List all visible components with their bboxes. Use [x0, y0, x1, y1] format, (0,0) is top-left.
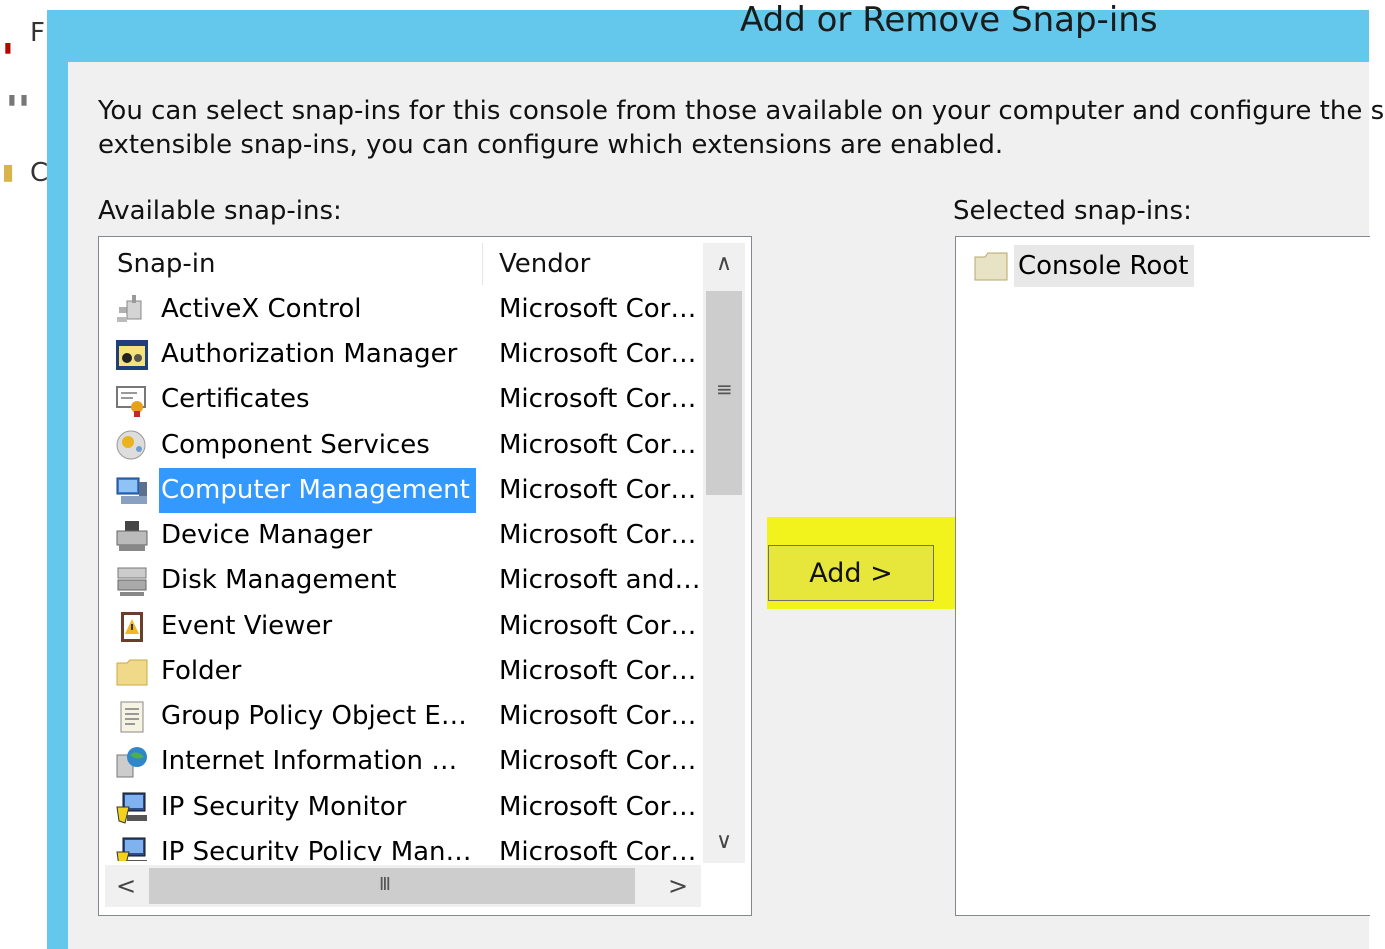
description-line: You can select snap-ins for this console… — [98, 96, 1385, 126]
list-item[interactable]: Computer Management Microsoft Cor… — [105, 468, 701, 513]
snapin-vendor: Microsoft Cor… — [499, 746, 697, 776]
component-services-icon — [115, 429, 149, 463]
snapin-name: Certificates — [161, 384, 310, 414]
activex-icon — [115, 293, 149, 327]
list-item[interactable]: Component Services Microsoft Cor… — [105, 423, 701, 468]
event-viewer-icon — [115, 610, 149, 644]
scroll-down-icon[interactable]: ∨ — [703, 821, 745, 863]
disk-management-icon — [115, 564, 149, 598]
background-marker: ▮ — [4, 40, 12, 56]
scroll-up-icon[interactable]: ∧ — [703, 243, 745, 285]
selected-snapins-tree[interactable]: Console Root — [955, 236, 1370, 916]
snapin-vendor: Microsoft Cor… — [499, 611, 697, 641]
snapin-vendor: Microsoft Cor… — [499, 520, 697, 550]
list-item[interactable]: Event Viewer Microsoft Cor… — [105, 604, 701, 649]
dialog-description: You can select snap-ins for this console… — [98, 94, 1385, 162]
list-item[interactable]: Group Policy Object E… Microsoft Cor… — [105, 694, 701, 739]
horizontal-scroll-thumb[interactable]: III — [149, 868, 635, 904]
list-rows: ActiveX Control Microsoft Cor… Authoriza… — [105, 287, 701, 861]
snapin-vendor: Microsoft Cor… — [499, 837, 697, 861]
column-header-vendor[interactable]: Vendor — [483, 243, 701, 285]
list-item[interactable]: IP Security Monitor Microsoft Cor… — [105, 785, 701, 830]
list-item[interactable]: Certificates Microsoft Cor… — [105, 377, 701, 422]
group-policy-icon — [115, 700, 149, 734]
computer-management-icon — [115, 474, 149, 508]
snapin-name: Authorization Manager — [161, 339, 458, 369]
snapin-vendor: Microsoft Cor… — [499, 384, 697, 414]
vertical-scroll-thumb[interactable]: ≡ — [706, 291, 742, 495]
vertical-scrollbar[interactable]: ∧ ≡ ∨ — [703, 243, 745, 863]
background-window: F ▮ ▮ ▮ ▮ C — [0, 0, 48, 949]
background-text: F — [30, 18, 45, 48]
description-line: extensible snap-ins, you can configure w… — [98, 130, 1004, 160]
list-item[interactable]: Authorization Manager Microsoft Cor… — [105, 332, 701, 377]
snapin-vendor: Microsoft Cor… — [499, 430, 697, 460]
certificate-icon — [115, 383, 149, 417]
snapin-vendor: Microsoft Cor… — [499, 339, 697, 369]
scroll-right-icon[interactable]: > — [657, 865, 699, 907]
snapin-vendor: Microsoft Cor… — [499, 656, 697, 686]
list-item[interactable]: Internet Information … Microsoft Cor… — [105, 739, 701, 784]
horizontal-scrollbar[interactable]: < III > — [105, 865, 701, 907]
snapin-name: Group Policy Object E… — [161, 701, 467, 731]
background-folder-icon: ▮ — [2, 160, 15, 185]
list-item[interactable]: Disk Management Microsoft and… — [105, 558, 701, 603]
list-item[interactable]: ActiveX Control Microsoft Cor… — [105, 287, 701, 332]
list-item[interactable]: IP Security Policy Man… Microsoft Cor… — [105, 830, 701, 861]
grip-icon: ≡ — [716, 377, 733, 401]
folder-icon — [115, 655, 149, 689]
grip-icon: III — [379, 874, 391, 895]
list-item[interactable]: Folder Microsoft Cor… — [105, 649, 701, 694]
device-manager-icon — [115, 519, 149, 553]
folder-icon — [974, 251, 1008, 281]
snapin-vendor: Microsoft and… — [499, 565, 701, 595]
snapin-name: Component Services — [161, 430, 430, 460]
dialog-title: Add or Remove Snap-ins — [740, 0, 1158, 40]
ip-security-policy-icon — [115, 836, 149, 861]
snapin-name: Event Viewer — [161, 611, 333, 641]
selected-snapins-label: Selected snap-ins: — [953, 196, 1192, 226]
tree-item-label: Console Root — [1014, 245, 1195, 287]
background-text: C — [30, 158, 49, 188]
snapin-name: Computer Management — [159, 468, 476, 513]
authorization-icon — [115, 338, 149, 372]
snapin-name: IP Security Monitor — [161, 792, 407, 822]
list-item[interactable]: Device Manager Microsoft Cor… — [105, 513, 701, 558]
available-snapins-list[interactable]: Snap-in Vendor ActiveX Control Microsoft… — [98, 236, 752, 916]
background-toolbar-icon: ▮ ▮ — [8, 92, 28, 108]
iis-icon — [115, 745, 149, 779]
snapin-name: ActiveX Control — [161, 294, 362, 324]
available-snapins-label: Available snap-ins: — [98, 196, 342, 226]
column-header-snapin[interactable]: Snap-in — [105, 243, 483, 285]
snapin-vendor: Microsoft Cor… — [499, 701, 697, 731]
snapin-vendor: Microsoft Cor… — [499, 475, 697, 505]
scroll-left-icon[interactable]: < — [105, 865, 147, 907]
snapin-name: Disk Management — [161, 565, 397, 595]
ip-security-icon — [115, 791, 149, 825]
add-button[interactable]: Add > — [768, 545, 934, 601]
snapin-name: IP Security Policy Man… — [161, 837, 472, 861]
snapin-vendor: Microsoft Cor… — [499, 294, 697, 324]
snapin-name: Folder — [161, 656, 242, 686]
snapin-name: Internet Information … — [161, 746, 458, 776]
snapin-vendor: Microsoft Cor… — [499, 792, 697, 822]
snapin-name: Device Manager — [161, 520, 373, 550]
